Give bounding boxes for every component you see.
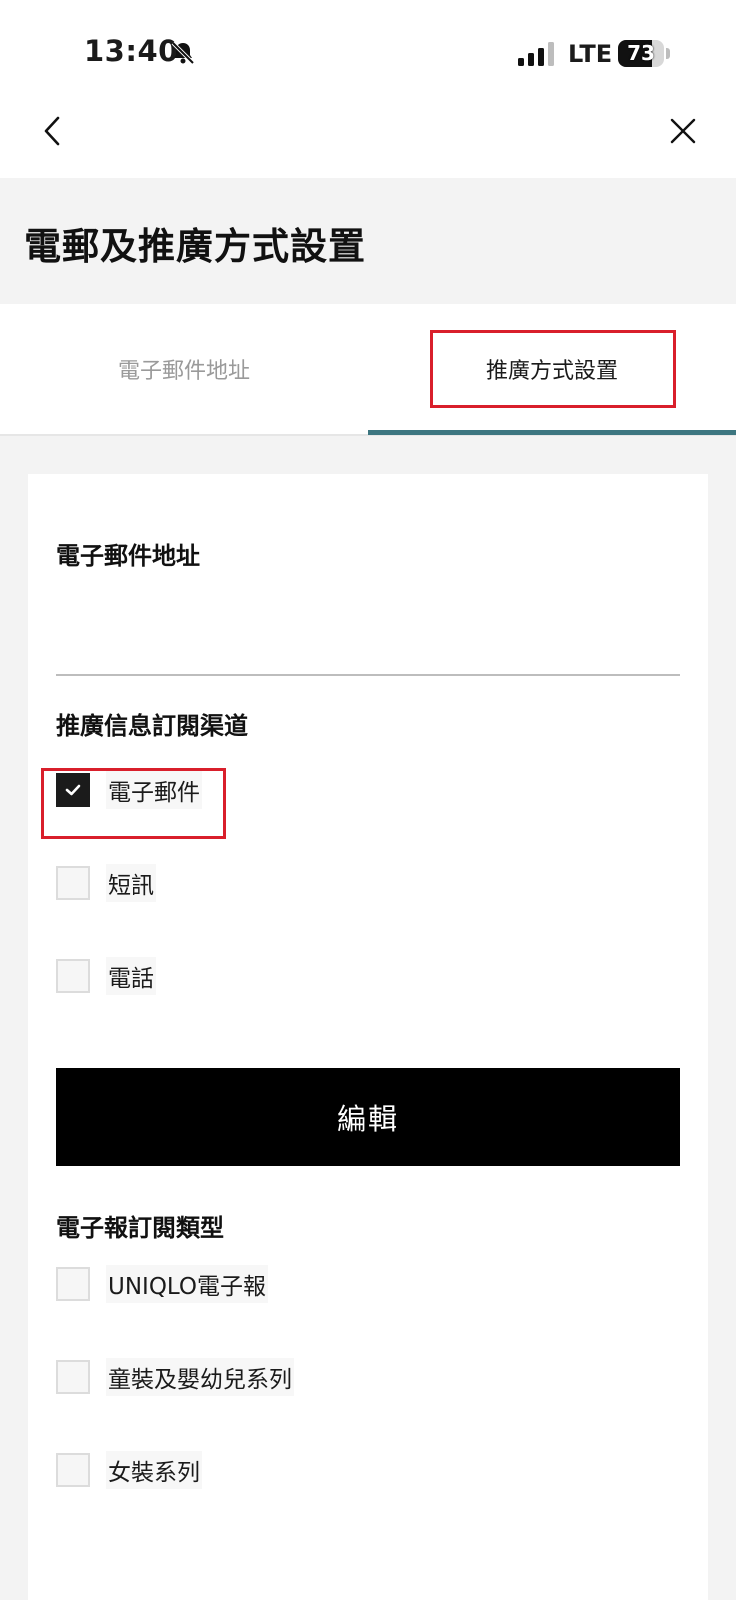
checkbox-kids-newsletter[interactable] (56, 1360, 90, 1394)
channel-option-email[interactable]: 電子郵件 (56, 770, 202, 810)
title-area: 電郵及推廣方式設置 (0, 178, 736, 304)
email-section-label: 電子郵件地址 (56, 542, 200, 570)
channel-option-phone[interactable]: 電話 (56, 956, 156, 996)
newsletter-option-women[interactable]: 女裝系列 (56, 1450, 202, 1490)
battery-icon: 73 (618, 40, 664, 67)
checkbox-phone[interactable] (56, 959, 90, 993)
channel-option-label: 短訊 (106, 864, 156, 902)
edit-button[interactable]: 編輯 (56, 1068, 680, 1166)
battery-level: 73 (627, 41, 655, 65)
bell-muted-icon (171, 41, 195, 65)
newsletter-option-kids[interactable]: 童裝及嬰幼兒系列 (56, 1357, 294, 1397)
channel-option-sms[interactable]: 短訊 (56, 863, 156, 903)
battery-tip (666, 48, 670, 59)
checkbox-uniqlo-newsletter[interactable] (56, 1267, 90, 1301)
newsletter-option-label: 童裝及嬰幼兒系列 (106, 1358, 294, 1396)
tab-email-address[interactable]: 電子郵件地址 (0, 304, 368, 434)
active-tab-indicator (368, 430, 736, 435)
checkbox-sms[interactable] (56, 866, 90, 900)
status-bar: 13:40 LTE 73 (0, 0, 736, 100)
tab-email-address-label: 電子郵件地址 (117, 359, 250, 384)
settings-card: 電子郵件地址 推廣信息訂閱渠道 電子郵件 短訊 電話 編輯 電子報訂閱類型 UN… (28, 474, 708, 1600)
newsletter-option-label: UNIQLO電子報 (106, 1265, 269, 1303)
channels-section-label: 推廣信息訂閱渠道 (56, 712, 248, 740)
channel-option-label: 電話 (106, 957, 156, 995)
status-time: 13:40 (84, 34, 179, 68)
network-label: LTE (568, 40, 613, 68)
tab-promotion-settings-label: 推廣方式設置 (485, 359, 618, 384)
signal-icon (518, 42, 554, 66)
email-field-underline (56, 674, 680, 676)
checkbox-women-newsletter[interactable] (56, 1453, 90, 1487)
checkmark-icon (65, 784, 81, 796)
nav-bar (0, 100, 736, 178)
chevron-left-icon[interactable] (40, 114, 66, 148)
newsletter-section-label: 電子報訂閱類型 (56, 1214, 224, 1242)
close-icon[interactable] (668, 116, 698, 146)
tab-bar: 電子郵件地址 推廣方式設置 (0, 304, 736, 436)
checkbox-email[interactable] (56, 773, 90, 807)
page-title: 電郵及推廣方式設置 (24, 225, 366, 268)
tab-promotion-settings[interactable]: 推廣方式設置 (368, 304, 736, 434)
channel-option-label: 電子郵件 (106, 771, 202, 809)
newsletter-option-label: 女裝系列 (106, 1451, 202, 1489)
newsletter-option-uniqlo[interactable]: UNIQLO電子報 (56, 1264, 269, 1304)
